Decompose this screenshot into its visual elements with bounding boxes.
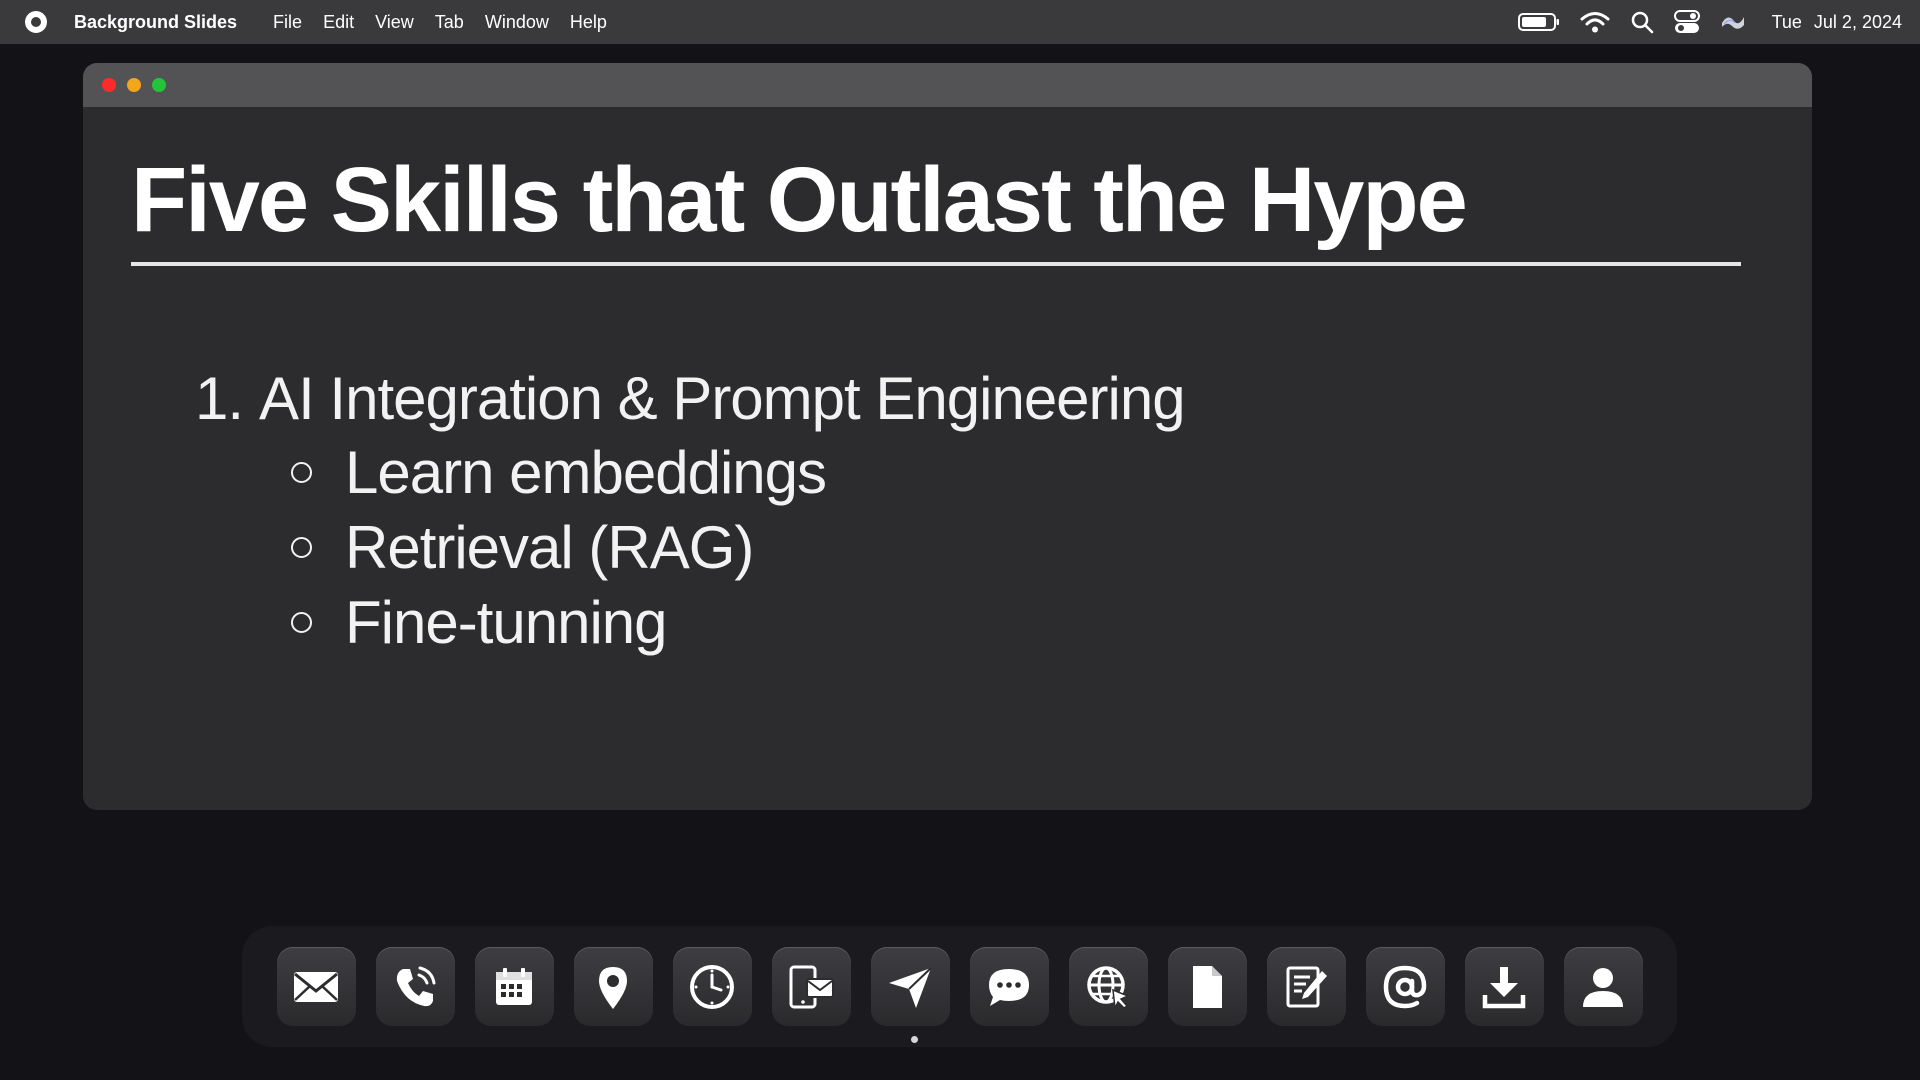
search-icon[interactable] <box>1630 10 1654 34</box>
dock-phone[interactable] <box>375 947 455 1026</box>
battery-icon[interactable] <box>1517 12 1560 32</box>
title-divider <box>131 262 1741 266</box>
list-item: Fine-tunning <box>291 585 1185 660</box>
app-name-menu[interactable]: Background Slides <box>74 12 237 33</box>
dock-clock[interactable] <box>672 947 752 1026</box>
close-window-button[interactable] <box>102 78 116 92</box>
calendar-icon <box>496 967 532 1005</box>
sub-point-list: Learn embeddings Retrieval (RAG) Fine-tu… <box>291 435 1185 660</box>
clock-icon <box>690 964 734 1009</box>
numbered-point: 1. AI Integration & Prompt Engineering <box>195 361 1186 435</box>
dock-messages[interactable] <box>969 947 1049 1026</box>
location-pin-icon <box>599 966 627 1009</box>
edit-note-icon <box>1286 966 1327 1007</box>
slide-title: Five Skills that Outlast the Hype <box>131 149 1468 251</box>
sub-point-text: Fine-tunning <box>345 589 668 656</box>
menu-edit[interactable]: Edit <box>323 12 354 33</box>
dock-mail[interactable] <box>276 947 356 1026</box>
control-center-icon[interactable] <box>1673 10 1700 34</box>
menu-help[interactable]: Help <box>570 12 607 33</box>
phone-icon <box>396 966 436 1006</box>
dock-contacts-at[interactable] <box>1365 947 1445 1026</box>
clock-day: Tue <box>1771 11 1802 32</box>
chat-bubble-icon <box>989 968 1029 1006</box>
slides-window: Five Skills that Outlast the Hype 1. AI … <box>83 63 1812 810</box>
dock-downloads[interactable] <box>1464 947 1544 1026</box>
dock <box>242 926 1677 1047</box>
apple-menu-icon[interactable] <box>22 8 50 36</box>
menu-bar: Background Slides File Edit View Tab Win… <box>0 0 1920 44</box>
sub-point-text: Retrieval (RAG) <box>345 514 754 581</box>
menu-tab[interactable]: Tab <box>435 12 464 33</box>
dock-maps[interactable] <box>573 947 653 1026</box>
dock-running-indicator <box>911 1036 918 1043</box>
wifi-icon[interactable] <box>1580 11 1610 33</box>
point-text: AI Integration & Prompt Engineering <box>259 364 1186 432</box>
menu-file[interactable]: File <box>273 12 302 33</box>
globe-cursor-icon <box>1087 965 1130 1011</box>
document-icon <box>1193 965 1222 1008</box>
mail-icon <box>294 971 338 1002</box>
point-number: 1. <box>195 364 244 432</box>
maximize-window-button[interactable] <box>152 78 166 92</box>
hollow-bullet-icon <box>291 612 312 633</box>
menu-window[interactable]: Window <box>485 12 549 33</box>
menu-view[interactable]: View <box>375 12 414 33</box>
dock-account[interactable] <box>1563 947 1643 1026</box>
slide-content: 1. AI Integration & Prompt Engineering L… <box>195 361 1186 660</box>
sub-point-text: Learn embeddings <box>345 439 827 506</box>
user-icon <box>1583 967 1623 1007</box>
download-icon <box>1482 966 1526 1008</box>
paper-plane-icon <box>889 966 932 1008</box>
clock-date: Jul 2, 2024 <box>1813 11 1902 32</box>
dock-notes[interactable] <box>1266 947 1346 1026</box>
list-item: Retrieval (RAG) <box>291 510 1185 585</box>
siri-icon[interactable] <box>1720 11 1746 33</box>
dock-send[interactable] <box>870 947 950 1026</box>
list-item: Learn embeddings <box>291 435 1185 510</box>
dock-devices-mail[interactable] <box>771 947 851 1026</box>
hollow-bullet-icon <box>291 537 312 558</box>
dock-files[interactable] <box>1167 947 1247 1026</box>
window-titlebar[interactable] <box>83 63 1812 107</box>
at-sign-icon <box>1383 965 1427 1008</box>
dock-calendar[interactable] <box>474 947 554 1026</box>
dock-web-browser[interactable] <box>1068 947 1148 1026</box>
minimize-window-button[interactable] <box>127 78 141 92</box>
menu-clock[interactable]: Tue Jul 2, 2024 <box>1772 12 1902 33</box>
hollow-bullet-icon <box>291 462 312 483</box>
tablet-mail-icon <box>789 965 834 1008</box>
